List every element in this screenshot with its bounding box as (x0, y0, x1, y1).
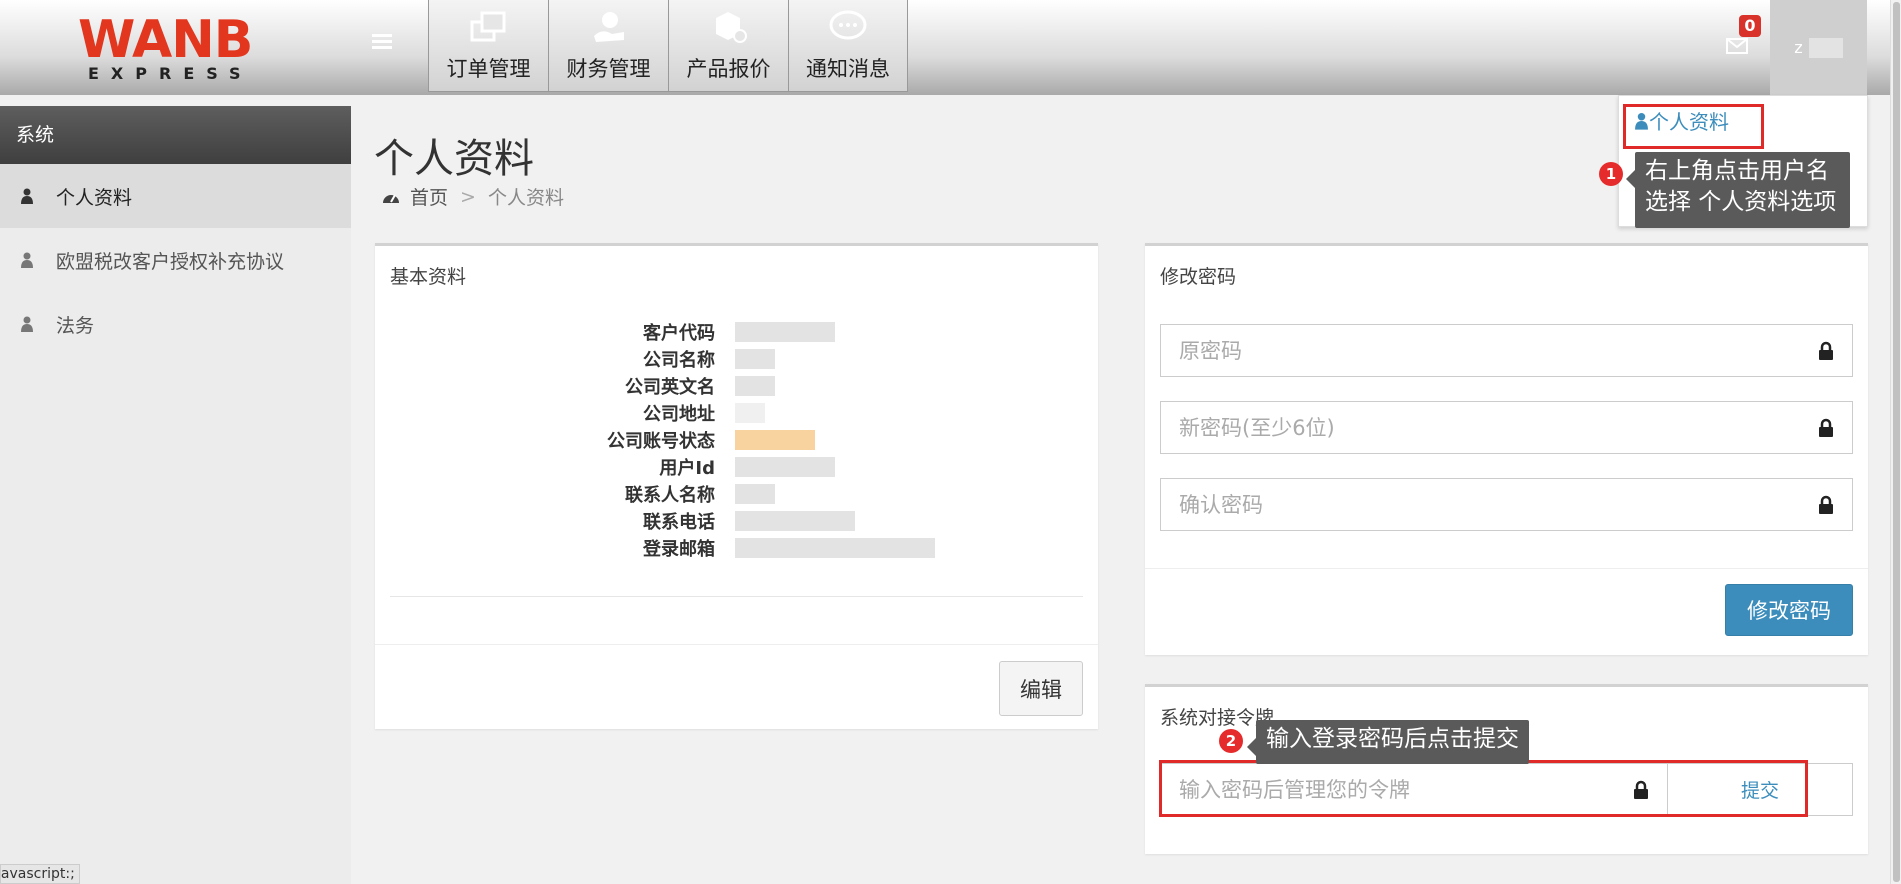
confirm-password-field (1160, 478, 1853, 531)
breadcrumb-current: 个人资料 (487, 187, 564, 209)
top-bar: WANB EXPRESS 订单管理 财务管理 产品报价 通知消息 0 z (0, 0, 1890, 95)
info-list: 客户代码 公司名称 公司英文名 公司地址 公司账号状态 用户Id 联系人名称 联… (495, 318, 935, 561)
nav-finance-management[interactable]: 财务管理 (548, 0, 668, 92)
info-label: 公司名称 (643, 349, 715, 371)
info-value-redacted (735, 321, 835, 342)
logo-brand: WANB (78, 10, 253, 70)
old-password-field (1160, 324, 1853, 377)
info-row: 公司地址 (495, 399, 935, 426)
nav-product-quote[interactable]: 产品报价 (668, 0, 788, 92)
info-label: 公司地址 (643, 403, 715, 425)
sidebar-item-label: 个人资料 (56, 186, 133, 209)
change-password-button[interactable]: 修改密码 (1725, 584, 1853, 636)
info-label: 用户Id (659, 457, 715, 479)
dashboard-icon (383, 194, 399, 203)
annotation-step-marker: 2 (1219, 729, 1243, 753)
info-value-redacted (735, 483, 775, 504)
main-nav: 订单管理 财务管理 产品报价 通知消息 (428, 0, 908, 92)
change-password-panel: 修改密码 修改密码 (1145, 243, 1868, 655)
annotation-highlight-token (1159, 760, 1808, 817)
sidebar-item-label: 法务 (56, 314, 95, 337)
annotation-highlight-profile (1623, 104, 1764, 149)
info-value-redacted (735, 375, 775, 396)
tooltip-line: 右上角点击用户名 (1645, 158, 1829, 184)
info-row: 公司英文名 (495, 372, 935, 399)
info-row: 联系人名称 (495, 480, 935, 507)
sidebar-item-eu-tax-agreement[interactable]: 欧盟税改客户授权补充协议 (0, 228, 351, 292)
box-tag-icon (709, 9, 749, 45)
annotation-step-marker: 1 (1599, 162, 1623, 186)
menu-toggle-icon[interactable] (372, 34, 392, 52)
username-redacted (1808, 37, 1843, 58)
panel-footer: 修改密码 (1145, 568, 1868, 658)
scrollbar[interactable] (1890, 0, 1901, 884)
breadcrumb: 首页 > 个人资料 (382, 183, 564, 210)
mail-count-badge: 0 (1739, 15, 1761, 37)
divider (390, 596, 1083, 597)
info-value-redacted (735, 456, 835, 477)
old-password-input[interactable] (1161, 325, 1801, 376)
windows-icon (469, 9, 509, 45)
confirm-password-input[interactable] (1161, 479, 1801, 530)
lock-icon (1819, 418, 1833, 437)
logo[interactable]: WANB EXPRESS (78, 10, 253, 84)
sidebar-item-label: 欧盟税改客户授权补充协议 (56, 250, 285, 273)
info-row: 公司账号状态 (495, 426, 935, 453)
user-icon (21, 188, 33, 204)
panel-title: 修改密码 (1160, 266, 1237, 288)
lock-icon (1819, 341, 1833, 360)
basic-info-panel: 基本资料 客户代码 公司名称 公司英文名 公司地址 公司账号状态 用户Id 联系… (375, 243, 1098, 729)
info-row: 公司名称 (495, 345, 935, 372)
sidebar-item-profile[interactable]: 个人资料 (0, 164, 351, 228)
annotation-tooltip-step2: 输入登录密码后点击提交 (1247, 720, 1529, 764)
info-value-redacted (735, 348, 775, 369)
sidebar-item-legal[interactable]: 法务 (0, 292, 351, 356)
breadcrumb-separator: > (460, 185, 476, 208)
info-row: 客户代码 (495, 318, 935, 345)
nav-label: 财务管理 (566, 57, 651, 81)
info-label: 联系人名称 (625, 484, 715, 506)
new-password-input[interactable] (1161, 402, 1801, 453)
new-password-field (1160, 401, 1853, 454)
edit-button[interactable]: 编辑 (999, 661, 1083, 716)
user-menu[interactable]: z (1770, 0, 1867, 95)
info-value-redacted (735, 429, 815, 450)
chat-bubble-icon (828, 9, 868, 45)
info-label: 公司账号状态 (607, 430, 715, 452)
info-row: 登录邮箱 (495, 534, 935, 561)
info-row: 联系电话 (495, 507, 935, 534)
breadcrumb-home[interactable]: 首页 (410, 183, 448, 210)
nav-notifications[interactable]: 通知消息 (788, 0, 908, 92)
nav-order-management[interactable]: 订单管理 (428, 0, 548, 92)
panel-title: 基本资料 (390, 266, 467, 288)
page-title: 个人资料 (374, 136, 534, 182)
lock-icon (1819, 495, 1833, 514)
money-hand-icon (589, 9, 629, 45)
logo-subtitle: EXPRESS (88, 64, 253, 83)
username: z (1794, 38, 1803, 57)
info-value-redacted (735, 537, 935, 558)
info-label: 客户代码 (643, 322, 715, 344)
info-row: 用户Id (495, 453, 935, 480)
nav-label: 产品报价 (686, 57, 771, 81)
info-label: 公司英文名 (625, 376, 715, 398)
sidebar: 系统 个人资料 欧盟税改客户授权补充协议 法务 (0, 106, 351, 884)
nav-label: 通知消息 (806, 57, 890, 81)
info-label: 登录邮箱 (643, 538, 715, 560)
info-label: 联系电话 (643, 511, 715, 533)
annotation-tooltip-step1: 右上角点击用户名 选择 个人资料选项 (1626, 152, 1850, 228)
status-bar-link: javascript:; (0, 864, 80, 884)
user-icon (21, 316, 33, 332)
tooltip-line: 选择 个人资料选项 (1645, 189, 1837, 215)
info-value-redacted (735, 402, 765, 423)
user-icon (21, 252, 33, 268)
nav-label: 订单管理 (446, 57, 531, 81)
sidebar-header: 系统 (0, 106, 351, 164)
info-value-redacted (735, 510, 855, 531)
panel-footer: 编辑 (375, 644, 1098, 732)
envelope-icon[interactable] (1726, 38, 1748, 54)
